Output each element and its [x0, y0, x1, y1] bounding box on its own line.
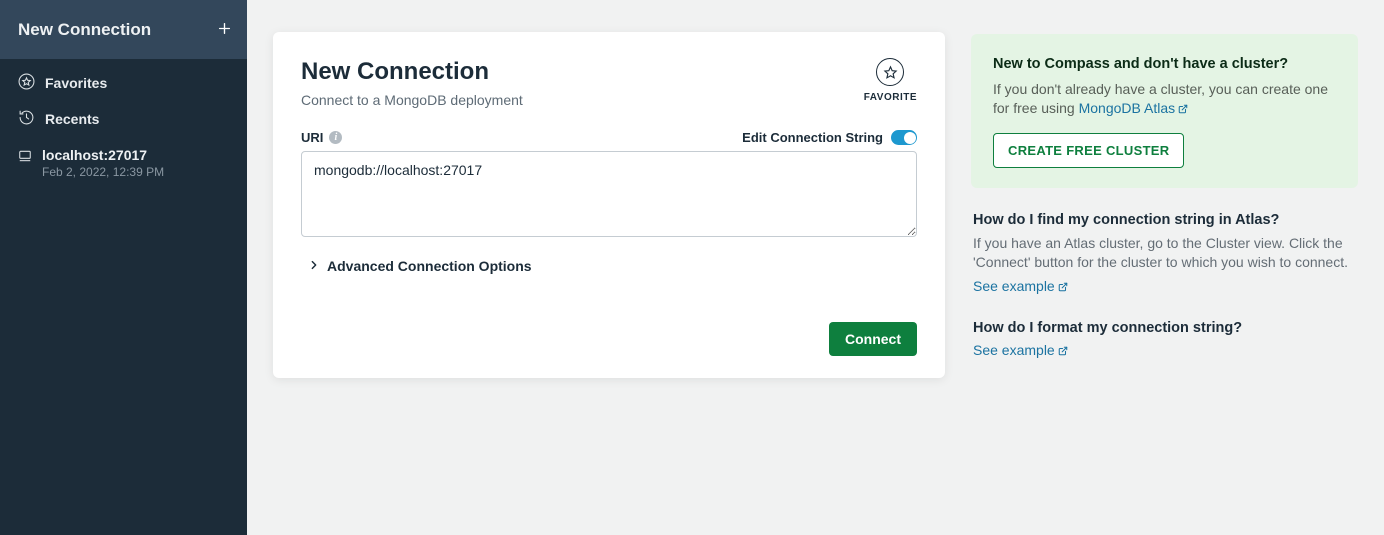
- edit-connection-string-toggle[interactable]: [891, 130, 917, 145]
- sidebar-favorites-header[interactable]: Favorites: [18, 73, 229, 93]
- help1-title: How do I find my connection string in At…: [973, 212, 1356, 228]
- button-row: Connect: [301, 322, 917, 356]
- card-header-text: New Connection Connect to a MongoDB depl…: [301, 58, 523, 108]
- favorite-label: FAVORITE: [864, 92, 917, 103]
- favorite-button[interactable]: FAVORITE: [864, 58, 917, 103]
- sidebar-header: New Connection: [0, 0, 247, 59]
- sidebar-favorites-section: Favorites: [0, 59, 247, 103]
- new-connection-plus-icon[interactable]: [218, 18, 231, 41]
- help2-title: How do I format my connection string?: [973, 320, 1356, 336]
- recent-connection-text: localhost:27017 Feb 2, 2022, 12:39 PM: [42, 147, 164, 179]
- help1-text: If you have an Atlas cluster, go to the …: [973, 234, 1356, 272]
- sidebar-title: New Connection: [18, 20, 151, 40]
- connect-button[interactable]: Connect: [829, 322, 917, 356]
- external-link-icon: [1058, 343, 1068, 359]
- create-free-cluster-button[interactable]: CREATE FREE CLUSTER: [993, 133, 1184, 168]
- external-link-icon: [1058, 279, 1068, 295]
- recents-label: Recents: [45, 111, 99, 127]
- edit-connection-string-label: Edit Connection String: [742, 130, 883, 145]
- advanced-options-toggle[interactable]: Advanced Connection Options: [309, 258, 917, 274]
- content-area: New Connection Connect to a MongoDB depl…: [247, 0, 1384, 535]
- help1-see-example-link[interactable]: See example: [973, 278, 1068, 295]
- uri-label: URI: [301, 130, 323, 145]
- recent-connection-host: localhost:27017: [42, 147, 164, 163]
- uri-label-wrap: URI i: [301, 130, 342, 145]
- edit-connection-string-toggle-wrap: Edit Connection String: [742, 130, 917, 145]
- right-panel: New to Compass and don't have a cluster?…: [971, 32, 1358, 360]
- promo-text: If you don't already have a cluster, you…: [993, 80, 1336, 119]
- help-find-connection-string: How do I find my connection string in At…: [971, 212, 1358, 296]
- uri-input[interactable]: [301, 151, 917, 237]
- recent-connection-date: Feb 2, 2022, 12:39 PM: [42, 165, 164, 179]
- server-icon: [18, 149, 32, 168]
- sidebar-recents-section: Recents: [0, 103, 247, 139]
- card-header-row: New Connection Connect to a MongoDB depl…: [301, 58, 917, 108]
- info-icon[interactable]: i: [329, 131, 342, 144]
- star-icon: [876, 58, 904, 86]
- help-format-connection-string: How do I format my connection string? Se…: [971, 320, 1358, 360]
- mongodb-atlas-link[interactable]: MongoDB Atlas: [1079, 100, 1189, 116]
- uri-row: URI i Edit Connection String: [301, 130, 917, 145]
- chevron-right-icon: [309, 258, 319, 274]
- help2-see-example-link[interactable]: See example: [973, 342, 1068, 359]
- star-outline-icon: [18, 73, 35, 93]
- external-link-icon: [1178, 100, 1188, 119]
- card-subtitle: Connect to a MongoDB deployment: [301, 92, 523, 108]
- sidebar: New Connection Favorites Recents localho…: [0, 0, 247, 535]
- favorites-label: Favorites: [45, 75, 107, 91]
- clock-icon: [18, 109, 35, 129]
- advanced-options-label: Advanced Connection Options: [327, 258, 532, 274]
- sidebar-recents-header[interactable]: Recents: [18, 109, 229, 129]
- promo-box: New to Compass and don't have a cluster?…: [971, 34, 1358, 188]
- recent-connection-item[interactable]: localhost:27017 Feb 2, 2022, 12:39 PM: [0, 139, 247, 187]
- promo-title: New to Compass and don't have a cluster?: [993, 56, 1336, 72]
- card-title: New Connection: [301, 58, 523, 86]
- connection-card: New Connection Connect to a MongoDB depl…: [273, 32, 945, 378]
